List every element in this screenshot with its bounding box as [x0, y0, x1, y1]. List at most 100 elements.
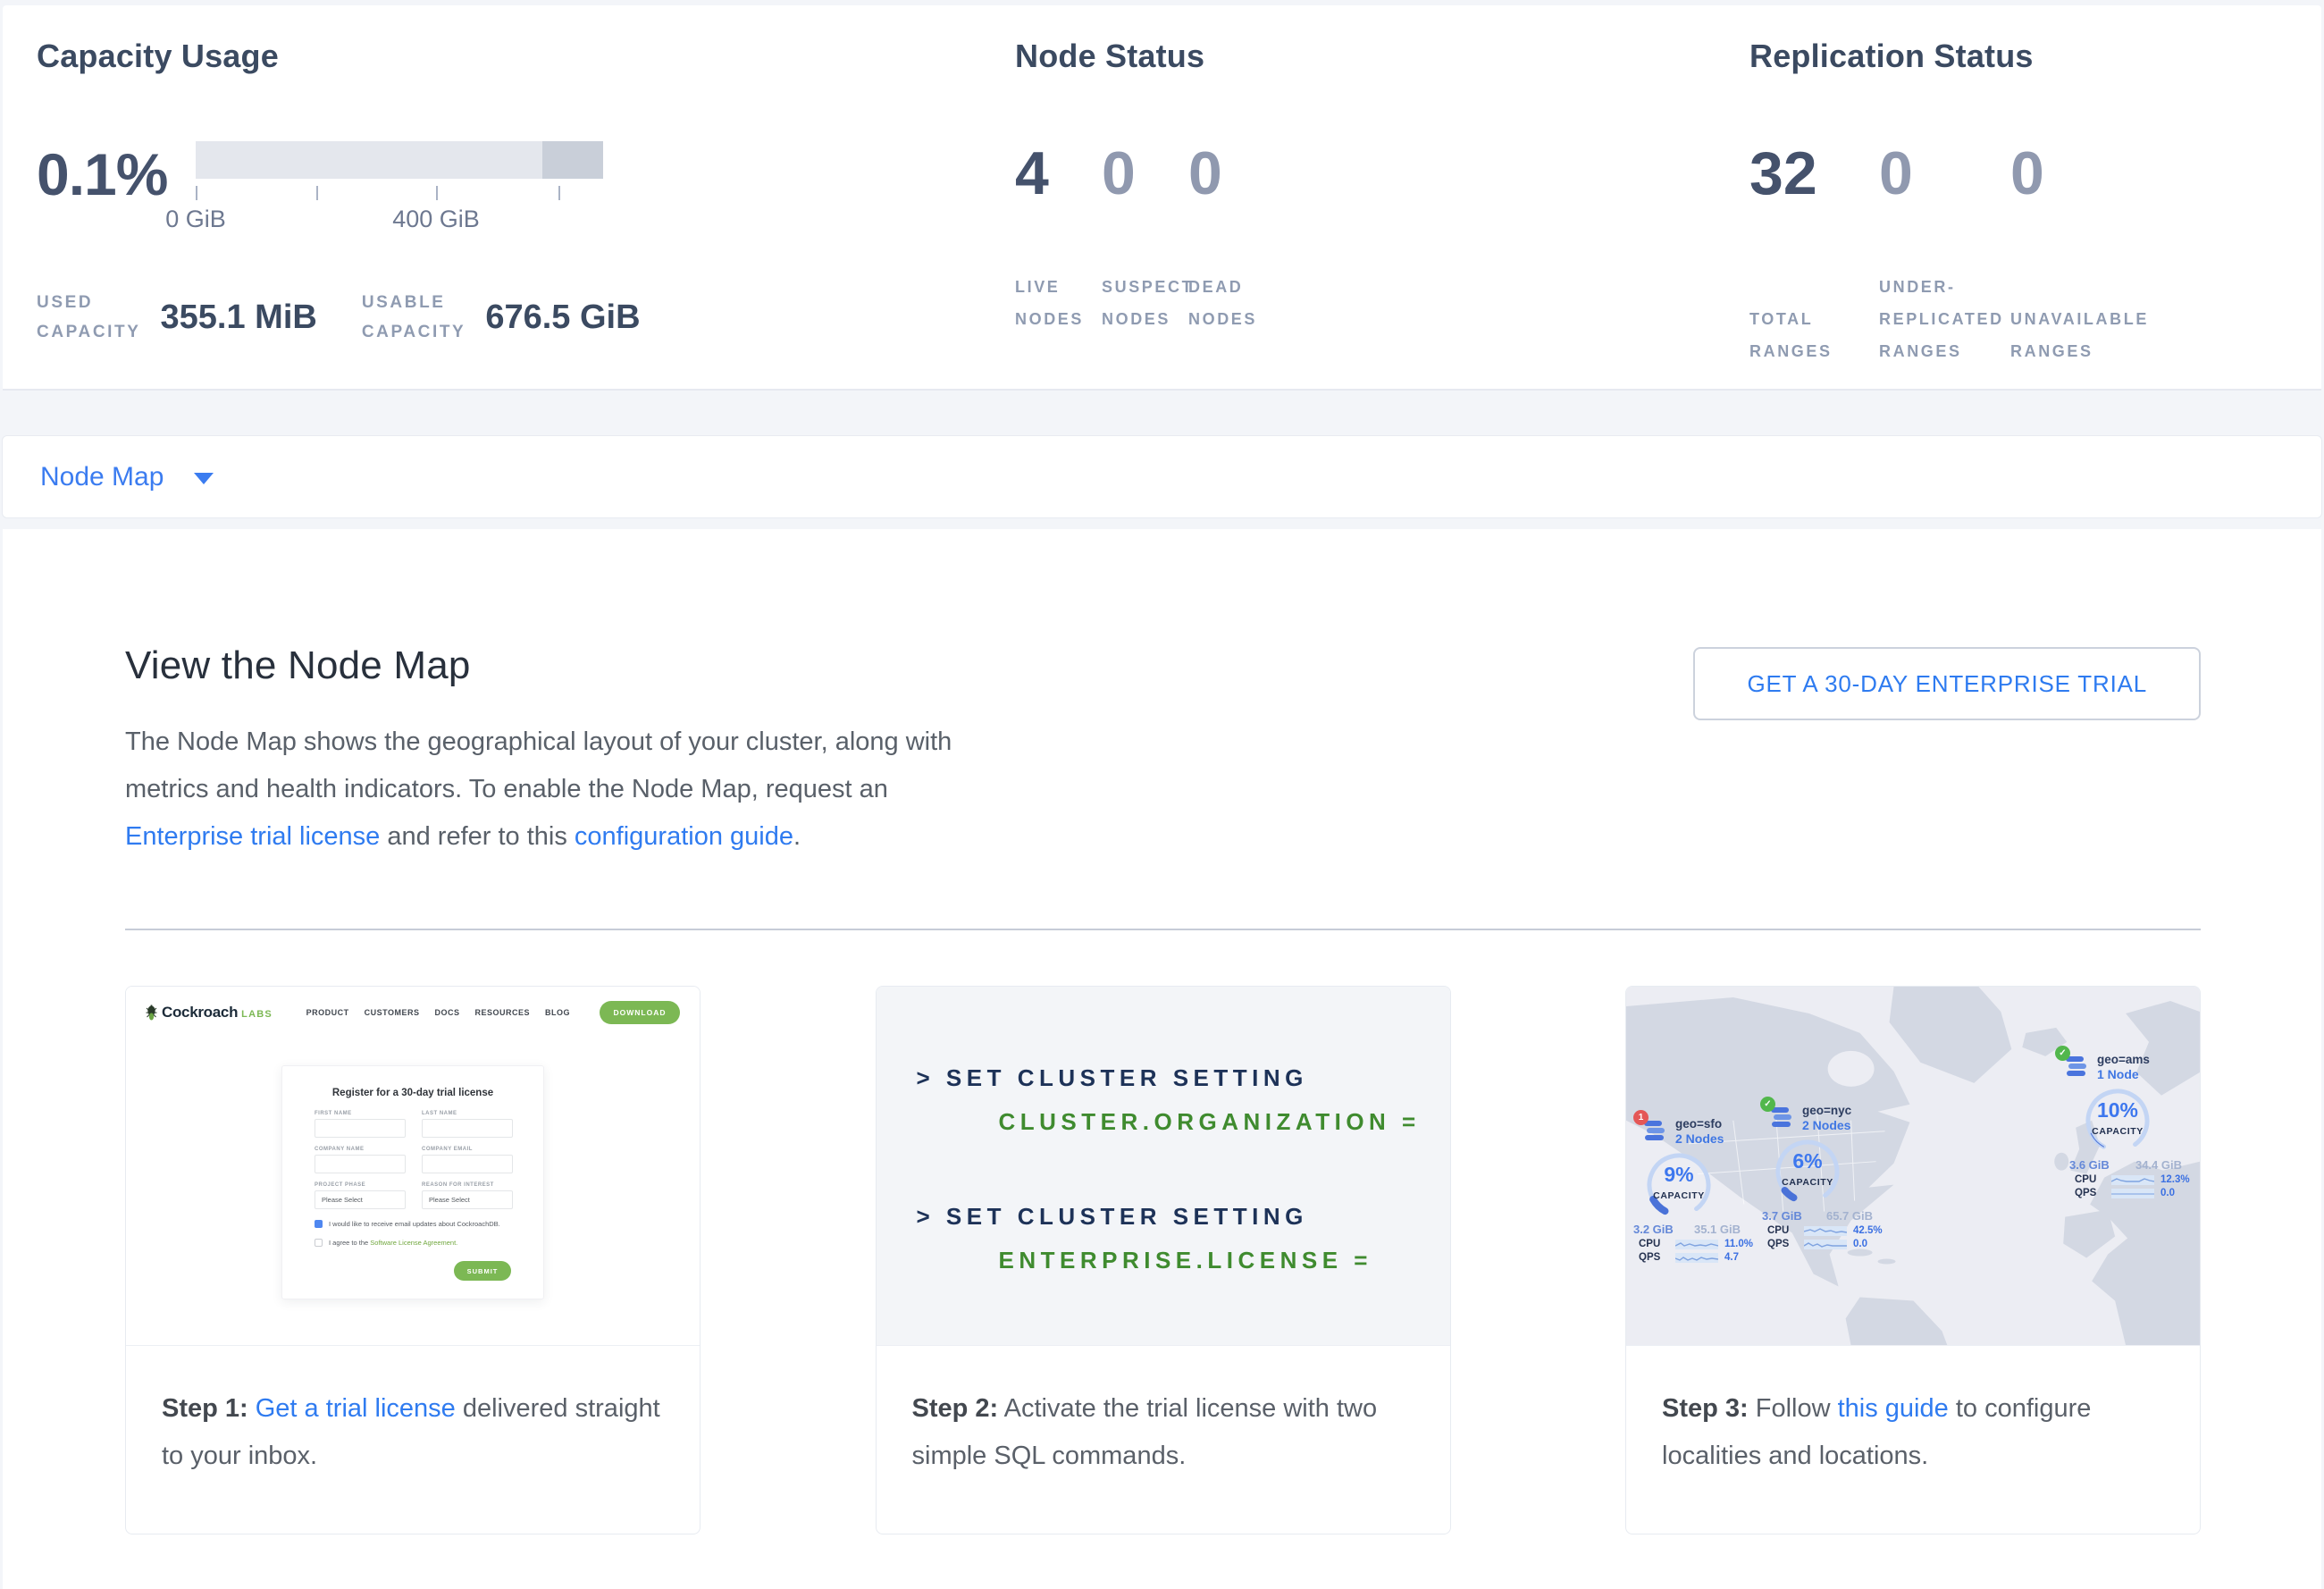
- section-divider: [125, 929, 2201, 930]
- capacity-gauge: 6% CAPACITY: [1770, 1134, 1845, 1209]
- mini-registration-form: Register for a 30-day trial license FIRS…: [281, 1065, 544, 1299]
- step-1-caption: Step 1: Get a trial license delivered st…: [126, 1346, 700, 1480]
- live-nodes-label: LIVENODES: [1015, 271, 1102, 335]
- step-3-node-map-image: 1 geo=sfo 2 Nodes: [1626, 987, 2200, 1346]
- get-trial-license-link[interactable]: Get a trial license: [256, 1394, 456, 1423]
- qps-value: 0.0: [1853, 1239, 1897, 1249]
- axis-tick: [316, 186, 318, 200]
- cluster-summary-panel: Capacity Usage 0.1% 0 GiB 400 GiB: [3, 5, 2321, 391]
- node-map-dropdown-label[interactable]: Node Map: [40, 462, 164, 492]
- brand-suffix: LABS: [241, 1009, 273, 1020]
- node-locality-label: geo=ams: [2097, 1053, 2150, 1066]
- mini-site-nav: Cockroach LABS PRODUCT CUSTOMERS DOCS RE…: [126, 987, 700, 1024]
- mini-submit-button: SUBMIT: [454, 1261, 511, 1281]
- mini-text-input: [315, 1155, 406, 1173]
- node-map-placeholder-content: View the Node Map The Node Map shows the…: [3, 529, 2321, 1589]
- usable-capacity-value: 676.5 GiB: [485, 298, 640, 337]
- qps-label: QPS: [2075, 1188, 2105, 1198]
- under-replicated-ranges-value: 0: [1879, 139, 2010, 207]
- step-2-card: > SET CLUSTER SETTING CLUSTER.ORGANIZATI…: [876, 986, 1451, 1534]
- under-replicated-ranges-label: UNDER-REPLICATEDRANGES: [1879, 271, 2010, 367]
- step-3-card: 1 geo=sfo 2 Nodes: [1625, 986, 2201, 1534]
- capacity-usage-title: Capacity Usage: [37, 38, 279, 75]
- mini-field-label: COMPANY NAME: [315, 1147, 406, 1152]
- sql-line: > SET CLUSTER SETTING: [917, 1202, 1450, 1231]
- capacity-percent: 9%: [1641, 1163, 1716, 1187]
- axis-tick-label: 400 GiB: [392, 206, 480, 233]
- qps-label: QPS: [1639, 1252, 1669, 1263]
- intro-paragraph: The Node Map shows the geographical layo…: [125, 719, 1010, 861]
- mini-text-input: [422, 1119, 513, 1138]
- map-node-nyc: ✓ geo=nyc 2 Nodes: [1758, 1104, 1897, 1249]
- suspect-nodes-value: 0: [1102, 139, 1188, 207]
- map-node-ams: ✓ geo=ams 1 Node: [2053, 1053, 2196, 1198]
- capacity-percent: 10%: [2080, 1098, 2155, 1122]
- step-2-caption: Step 2: Activate the trial license with …: [877, 1346, 1450, 1480]
- capacity-percent-value: 0.1%: [37, 145, 196, 204]
- unavailable-ranges-value: 0: [2010, 139, 2044, 207]
- live-nodes-value: 4: [1015, 139, 1102, 207]
- qps-value: 0.0: [2160, 1188, 2196, 1198]
- mini-field-label: COMPANY EMAIL: [422, 1147, 513, 1152]
- database-icon: [2066, 1056, 2089, 1078]
- capacity-label: CAPACITY: [2080, 1126, 2155, 1137]
- mini-nav-item: CUSTOMERS: [365, 1008, 420, 1017]
- mini-field-label: REASON FOR INTEREST: [422, 1182, 513, 1188]
- cluster-overview-page: Capacity Usage 0.1% 0 GiB 400 GiB: [0, 0, 2324, 1589]
- enterprise-trial-license-link[interactable]: Enterprise trial license: [125, 822, 380, 851]
- axis-tick: [558, 186, 560, 200]
- total-ranges-value: 32: [1749, 139, 1879, 207]
- capacity-max-gib: 65.7 GiB: [1826, 1209, 1873, 1223]
- cockroach-bug-icon: [146, 1005, 157, 1021]
- mini-text-input: [315, 1119, 406, 1138]
- step-3-caption: Step 3: Follow this guide to configure l…: [1626, 1346, 2200, 1480]
- mini-text-input: [422, 1155, 513, 1173]
- mini-field-label: FIRST NAME: [315, 1111, 406, 1116]
- mini-download-button: DOWNLOAD: [600, 1001, 680, 1024]
- qps-label: QPS: [1767, 1239, 1798, 1249]
- configuration-guide-link[interactable]: configuration guide: [575, 822, 793, 851]
- mini-nav-item: RESOURCES: [474, 1008, 530, 1017]
- node-count-label: 2 Nodes: [1802, 1118, 1851, 1132]
- this-guide-link[interactable]: this guide: [1838, 1394, 1949, 1423]
- node-count-label: 2 Nodes: [1675, 1131, 1724, 1146]
- mini-field-label: PROJECT PHASE: [315, 1182, 406, 1188]
- capacity-bar-other-segment: [542, 141, 603, 179]
- total-ranges-label: TOTALRANGES: [1749, 303, 1879, 367]
- alert-badge-icon: 1: [1633, 1110, 1649, 1125]
- check-icon: ✓: [2055, 1046, 2070, 1061]
- node-map-dropdown[interactable]: Node Map: [2, 435, 2322, 518]
- mini-select: Please Select: [422, 1190, 513, 1209]
- axis-tick: [436, 186, 438, 200]
- check-icon: ✓: [1760, 1097, 1775, 1112]
- step-1-card: Cockroach LABS PRODUCT CUSTOMERS DOCS RE…: [125, 986, 701, 1534]
- suspect-nodes-label: SUSPECTNODES: [1102, 271, 1188, 335]
- capacity-used-gib: 3.2 GiB: [1633, 1223, 1674, 1236]
- mini-license-agreement-link: Software License Agreement.: [370, 1239, 457, 1247]
- dead-nodes-label: DEADNODES: [1188, 271, 1264, 335]
- cpu-label: CPU: [1767, 1225, 1798, 1236]
- mini-checkbox-label: I agree to the Software License Agreemen…: [329, 1239, 457, 1247]
- qps-value: 4.7: [1724, 1252, 1766, 1263]
- unavailable-ranges-label: UNAVAILABLERANGES: [2010, 303, 2156, 367]
- step-2-sql-snippet: > SET CLUSTER SETTING CLUSTER.ORGANIZATI…: [877, 987, 1450, 1346]
- cpu-sparkline: [1675, 1240, 1718, 1249]
- get-enterprise-trial-button[interactable]: GET A 30-DAY ENTERPRISE TRIAL: [1693, 647, 2201, 720]
- axis-tick: [196, 186, 197, 200]
- usable-capacity-label: USABLE CAPACITY: [362, 288, 466, 347]
- capacity-bar: 0 GiB 400 GiB: [196, 141, 603, 232]
- capacity-max-gib: 35.1 GiB: [1694, 1223, 1741, 1236]
- cpu-label: CPU: [2075, 1174, 2105, 1185]
- capacity-gauge: 10% CAPACITY: [2080, 1083, 2155, 1158]
- spacer: [0, 391, 2324, 435]
- step-1-screenshot: Cockroach LABS PRODUCT CUSTOMERS DOCS RE…: [126, 987, 700, 1346]
- capacity-percent: 6%: [1770, 1149, 1845, 1173]
- brand-name: Cockroach: [162, 1004, 238, 1022]
- used-capacity-label: USED CAPACITY: [37, 288, 141, 347]
- node-locality-label: geo=nyc: [1802, 1104, 1851, 1117]
- mini-field-label: LAST NAME: [422, 1111, 513, 1116]
- spacer: [0, 518, 2324, 529]
- cpu-value: 42.5%: [1853, 1225, 1897, 1236]
- mini-form-title: Register for a 30-day trial license: [315, 1088, 511, 1098]
- axis-tick-label: 0 GiB: [165, 206, 226, 233]
